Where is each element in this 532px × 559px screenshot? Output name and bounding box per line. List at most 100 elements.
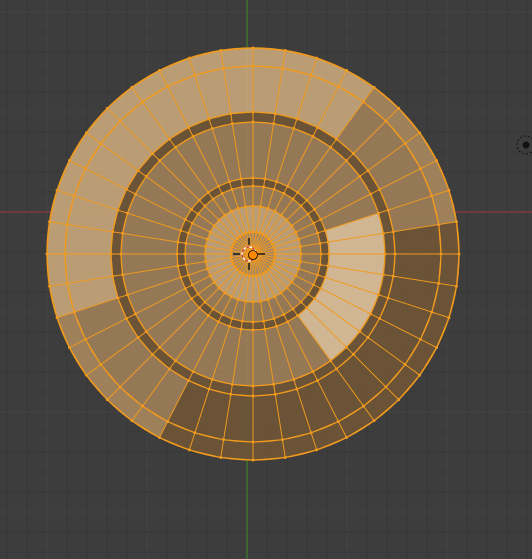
mesh-vertex <box>263 177 267 181</box>
viewport-canvas[interactable] <box>0 0 532 559</box>
mesh-vertex <box>136 335 140 339</box>
mesh-vertex <box>430 194 434 198</box>
mesh-vertex <box>319 287 323 291</box>
mesh-vertex <box>229 112 233 116</box>
mesh-vertex <box>334 137 338 141</box>
mesh-vertex <box>327 252 331 256</box>
mesh-vertex <box>196 292 200 296</box>
mesh-vertex <box>345 436 349 440</box>
mesh-vertex <box>296 191 300 195</box>
mesh-vertex <box>294 274 298 278</box>
mesh-vertex <box>309 431 313 435</box>
mesh-vertex <box>271 242 275 246</box>
mesh-vertex <box>208 230 212 234</box>
mesh-vertex <box>166 84 170 88</box>
mesh-vertex <box>157 68 161 72</box>
mesh-vertex <box>294 230 298 234</box>
mesh-vertex <box>362 100 366 104</box>
mesh-vertex <box>193 73 197 77</box>
mesh-vertex <box>403 363 407 367</box>
mesh-face <box>252 439 286 461</box>
mesh-vertex <box>157 436 161 440</box>
mesh-face <box>220 47 254 69</box>
mesh-vertex <box>251 394 255 398</box>
mesh-vertex <box>229 295 233 299</box>
mesh-vertex <box>229 392 233 396</box>
mesh-vertex <box>282 191 286 195</box>
mesh-vertex <box>206 191 210 195</box>
mesh-vertex <box>384 119 388 123</box>
mesh-vertex <box>251 230 255 234</box>
mesh-vertex <box>259 205 263 209</box>
mesh-vertex <box>282 313 286 317</box>
mesh-vertex <box>84 373 88 377</box>
mesh-vertex <box>344 159 348 163</box>
mesh-vertex <box>262 185 266 189</box>
mesh-vertex <box>208 274 212 278</box>
mesh-vertex <box>351 152 355 156</box>
mesh-vertex <box>271 262 275 266</box>
mesh-vertex <box>240 319 244 323</box>
mesh-vertex <box>297 237 301 241</box>
mesh-vertex <box>418 131 422 135</box>
mesh-vertex <box>377 211 381 215</box>
light-icon[interactable] <box>516 135 532 155</box>
mesh-vertex <box>205 237 209 241</box>
mesh-vertex <box>272 245 276 249</box>
mesh-vertex <box>119 252 123 256</box>
mesh-vertex <box>203 252 207 256</box>
mesh-vertex <box>280 66 284 70</box>
mesh-vertex <box>244 231 248 235</box>
mesh-vertex <box>251 204 255 208</box>
mesh-vertex <box>173 145 177 149</box>
mesh-vertex <box>204 244 208 248</box>
mesh-vertex <box>203 204 207 208</box>
mesh-vertex <box>298 260 302 264</box>
mesh-vertex <box>243 299 247 303</box>
mesh-vertex <box>312 283 316 287</box>
mesh-vertex <box>67 346 71 350</box>
mesh-vertex <box>418 373 422 377</box>
mesh-vertex <box>48 284 52 288</box>
mesh-vertex <box>273 295 277 299</box>
mesh-vertex <box>205 267 209 271</box>
mesh-vertex <box>235 236 239 240</box>
mesh-vertex <box>207 387 211 391</box>
mesh-vertex <box>197 198 201 202</box>
mesh-vertex <box>111 274 115 278</box>
mesh-vertex <box>67 158 71 162</box>
mesh-vertex <box>273 209 277 213</box>
mesh-vertex <box>223 291 227 295</box>
mesh-vertex <box>254 274 258 278</box>
mesh-vertex <box>83 167 87 171</box>
mesh-vertex <box>336 84 340 88</box>
mesh-vertex <box>223 213 227 217</box>
mesh-vertex <box>239 177 243 181</box>
mesh-vertex <box>384 385 388 389</box>
mesh-vertex <box>130 85 134 89</box>
mesh-vertex <box>383 252 387 256</box>
mesh-vertex <box>191 134 195 138</box>
mesh-vertex <box>292 378 296 382</box>
mesh-vertex <box>124 316 128 320</box>
mesh-vertex <box>210 126 214 130</box>
mesh-vertex <box>186 273 190 277</box>
mesh-vertex <box>251 46 255 50</box>
mesh-vertex <box>319 217 323 221</box>
mesh-vertex <box>316 231 320 235</box>
mesh-vertex <box>55 316 59 320</box>
3d-viewport[interactable] <box>0 0 532 559</box>
mesh-vertex <box>272 122 276 126</box>
mesh-vertex <box>299 252 303 256</box>
mesh-vertex <box>196 212 200 216</box>
mesh-vertex <box>118 385 122 389</box>
mesh-vertex <box>285 218 289 222</box>
mesh-vertex <box>397 106 401 110</box>
mesh-vertex <box>251 384 255 388</box>
mesh-vertex <box>298 244 302 248</box>
mesh-vertex <box>296 313 300 317</box>
mesh-vertex <box>72 310 76 314</box>
mesh-vertex <box>323 229 327 233</box>
mesh-vertex <box>358 330 362 334</box>
mesh-vertex <box>65 281 69 285</box>
